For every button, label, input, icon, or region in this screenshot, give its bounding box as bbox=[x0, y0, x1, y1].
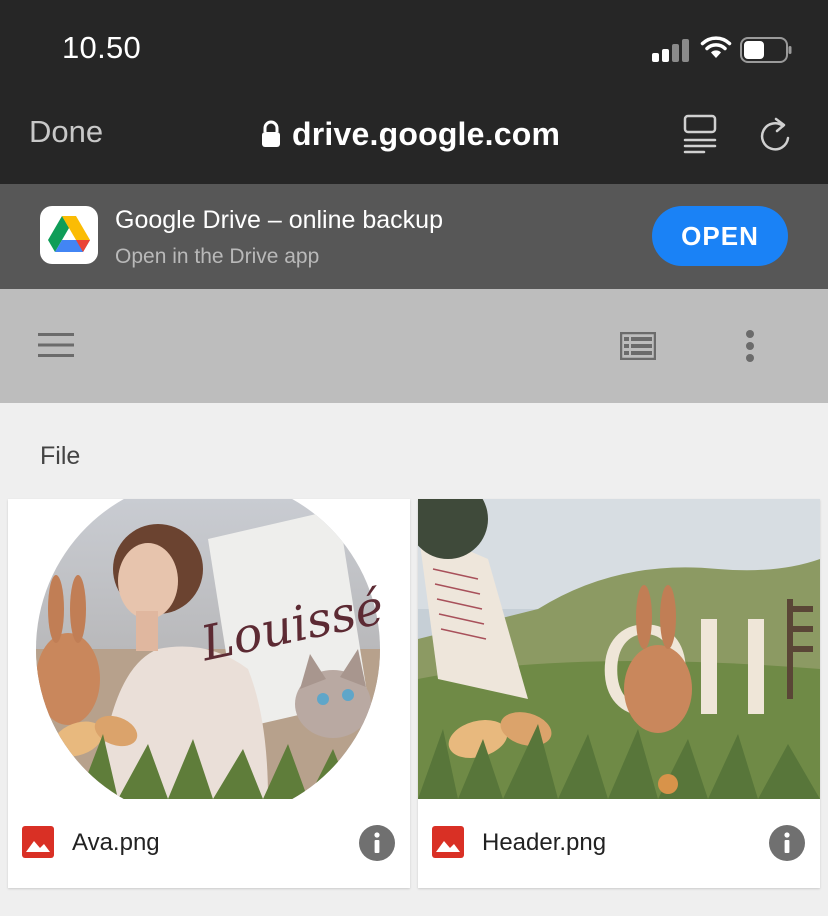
file-thumbnail-header[interactable]: O bbox=[418, 499, 820, 799]
battery-icon bbox=[740, 37, 792, 63]
lock-icon bbox=[262, 120, 280, 147]
open-app-button[interactable]: OPEN bbox=[652, 206, 788, 266]
status-time: 10.50 bbox=[62, 30, 142, 65]
url-text: drive.google.com bbox=[292, 115, 561, 152]
list-view-icon[interactable] bbox=[620, 332, 656, 360]
info-icon[interactable] bbox=[769, 825, 805, 861]
section-heading-files: File bbox=[40, 442, 81, 470]
image-file-icon bbox=[22, 826, 54, 858]
google-drive-logo-icon bbox=[40, 206, 98, 264]
done-button[interactable]: Done bbox=[29, 114, 103, 150]
file-card-ava[interactable]: Louissé Ava.png bbox=[8, 499, 410, 888]
app-banner-subtitle: Open in the Drive app bbox=[115, 245, 320, 268]
file-thumbnail-ava[interactable]: Louissé bbox=[8, 499, 410, 799]
cellular-signal-icon bbox=[652, 38, 690, 62]
info-icon[interactable] bbox=[359, 825, 395, 861]
file-name: Header.png bbox=[482, 829, 607, 856]
image-file-icon bbox=[432, 826, 464, 858]
reload-icon[interactable] bbox=[756, 114, 794, 154]
wifi-icon bbox=[700, 36, 732, 58]
file-name: Ava.png bbox=[72, 829, 160, 856]
file-card-header[interactable]: O Header.png bbox=[418, 499, 820, 888]
reader-view-icon[interactable] bbox=[682, 113, 718, 155]
file-card-footer: Header.png bbox=[418, 799, 820, 888]
address-bar[interactable]: drive.google.com bbox=[260, 112, 560, 156]
file-card-footer: Ava.png bbox=[8, 799, 410, 888]
more-options-icon[interactable] bbox=[744, 329, 756, 363]
hamburger-menu-icon[interactable] bbox=[38, 332, 74, 358]
drive-toolbar bbox=[0, 289, 828, 403]
app-banner-title: Google Drive – online backup bbox=[115, 206, 443, 234]
browser-chrome: 10.50 Done drive.google.com bbox=[0, 0, 828, 184]
app-banner: Google Drive – online backup Open in the… bbox=[0, 184, 828, 289]
